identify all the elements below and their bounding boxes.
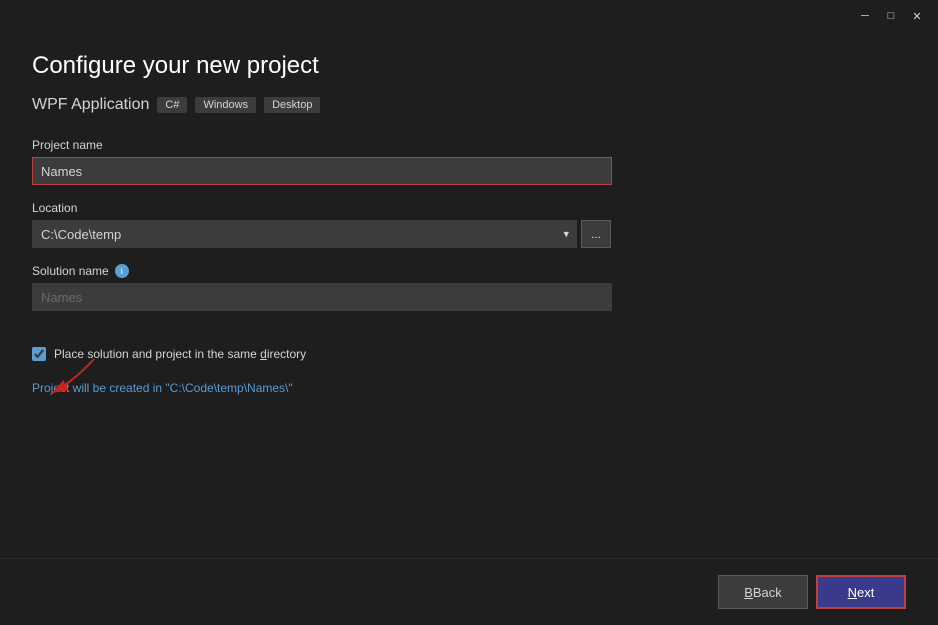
solution-name-input[interactable] xyxy=(32,283,612,311)
solution-name-label: Solution name xyxy=(32,264,109,278)
configure-project-window: ─ □ ✕ Configure your new project WPF App… xyxy=(0,0,938,625)
checkbox-section: Place solution and project in the same d… xyxy=(32,335,906,361)
project-path-text: Project will be created in "C:\Code\temp… xyxy=(32,381,906,395)
project-name-input[interactable] xyxy=(32,157,612,185)
checkbox-row: Place solution and project in the same d… xyxy=(32,347,906,361)
location-row: C:\Code\temp ... xyxy=(32,220,906,248)
arrow-annotation xyxy=(34,351,134,401)
next-button[interactable]: Next xyxy=(816,575,906,609)
project-type-label: WPF Application xyxy=(32,96,149,114)
location-select[interactable]: C:\Code\temp xyxy=(32,220,577,248)
tag-csharp: C# xyxy=(157,97,187,113)
main-content: Configure your new project WPF Applicati… xyxy=(0,32,938,558)
info-icon[interactable]: i xyxy=(115,264,129,278)
page-title: Configure your new project xyxy=(32,52,906,80)
back-button[interactable]: BBack xyxy=(718,575,808,609)
project-name-label: Project name xyxy=(32,138,906,152)
tag-windows: Windows xyxy=(195,97,256,113)
project-name-group: Project name xyxy=(32,138,906,185)
tag-desktop: Desktop xyxy=(264,97,320,113)
browse-button[interactable]: ... xyxy=(581,220,611,248)
solution-name-group: Solution name i xyxy=(32,264,906,311)
maximize-button[interactable]: □ xyxy=(880,5,902,27)
title-bar-controls: ─ □ ✕ xyxy=(854,5,928,27)
location-label: Location xyxy=(32,201,906,215)
location-dropdown-wrapper: C:\Code\temp xyxy=(32,220,577,248)
subtitle-row: WPF Application C# Windows Desktop xyxy=(32,96,906,114)
title-bar: ─ □ ✕ xyxy=(0,0,938,32)
location-group: Location C:\Code\temp ... xyxy=(32,201,906,248)
solution-label-row: Solution name i xyxy=(32,264,906,278)
close-button[interactable]: ✕ xyxy=(906,5,928,27)
footer: BBack Next xyxy=(0,558,938,625)
minimize-button[interactable]: ─ xyxy=(854,5,876,27)
